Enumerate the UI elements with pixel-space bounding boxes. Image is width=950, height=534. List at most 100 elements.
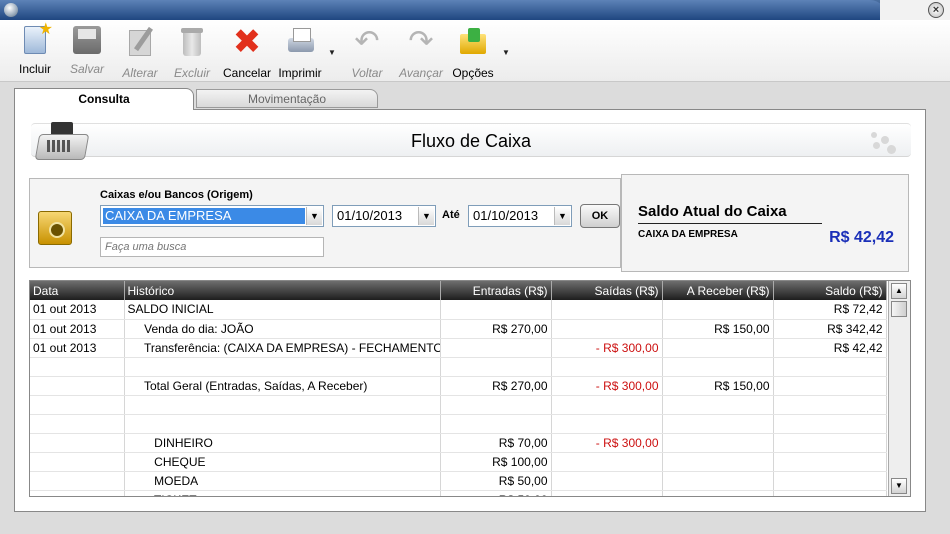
cancelar-label: Cancelar <box>222 66 272 80</box>
table-cell <box>30 433 125 453</box>
table-cell <box>440 300 552 320</box>
search-input[interactable] <box>100 237 324 257</box>
table-row[interactable]: TICKETR$ 50,00 <box>30 490 887 496</box>
table-body: 01 out 2013 SALDO INICIAL R$ 72,42 01 out 2… <box>30 300 887 496</box>
table-row[interactable] <box>30 357 887 377</box>
opcoes-button[interactable]: Opções <box>450 26 496 80</box>
page-title: Fluxo de Caixa <box>410 131 532 151</box>
close-button[interactable]: × <box>928 2 944 18</box>
table-row[interactable]: Total Geral (Entradas, Saídas, A Receber… <box>30 376 887 396</box>
column-header-a-receber[interactable]: A Receber (R$) <box>662 281 774 300</box>
app-icon[interactable] <box>4 3 18 17</box>
imprimir-button[interactable]: Imprimir <box>274 26 326 80</box>
alterar-button[interactable]: Alterar <box>118 26 162 80</box>
table-cell: R$ 70,00 <box>440 433 552 453</box>
new-document-icon <box>24 19 53 54</box>
table-cell <box>124 395 441 415</box>
saldo-divider <box>638 223 822 224</box>
column-header-saidas[interactable]: Saídas (R$) <box>551 281 663 300</box>
table-cell <box>773 414 887 434</box>
tab-movimentacao[interactable]: Movimentação <box>196 89 378 108</box>
scroll-thumb[interactable] <box>891 301 907 317</box>
table-row[interactable]: CHEQUE R$ 100,00 <box>30 452 887 472</box>
table-cell: R$ 100,00 <box>440 452 552 472</box>
table-cell <box>30 452 125 472</box>
table-cell: CHEQUE <box>124 452 441 472</box>
table-cell <box>551 300 663 320</box>
table-cell: 01 out 2013 <box>30 338 125 358</box>
incluir-button[interactable]: Incluir <box>12 19 58 80</box>
avancar-label: Avançar <box>399 66 443 80</box>
table-row[interactable] <box>30 414 887 434</box>
table-cell <box>440 414 552 434</box>
table-cell: R$ 42,42 <box>773 338 887 358</box>
table-cell: R$ 150,00 <box>662 376 774 396</box>
table-cell <box>124 414 441 434</box>
cancelar-button[interactable]: ✖ Cancelar <box>222 25 272 80</box>
table-row[interactable]: DINHEIRO R$ 70,00- R$ 300,00 <box>30 433 887 453</box>
table-cell <box>440 357 552 377</box>
table-cell <box>30 490 125 496</box>
chevron-down-icon[interactable]: ▼ <box>554 207 570 225</box>
column-header-saldo[interactable]: Saldo (R$) <box>773 281 887 300</box>
date-from-select[interactable]: 01/10/2013 ▼ <box>332 205 436 227</box>
table-cell <box>30 414 125 434</box>
table-cell: R$ 270,00 <box>440 376 552 396</box>
caixa-filter-label: Caixas e/ou Bancos (Origem) <box>100 189 253 201</box>
table-row[interactable] <box>30 395 887 415</box>
chevron-down-icon[interactable]: ▼ <box>306 207 322 225</box>
table-cell: MOEDA <box>124 471 441 491</box>
column-header-data[interactable]: Data <box>30 281 125 300</box>
salvar-label: Salvar <box>69 62 104 76</box>
header-bar: Fluxo de Caixa <box>31 123 911 157</box>
forward-arrow-icon: ↷ <box>408 25 434 58</box>
table-cell <box>773 490 887 496</box>
column-header-historico[interactable]: Histórico <box>124 281 441 300</box>
column-header-entradas[interactable]: Entradas (R$) <box>440 281 552 300</box>
scroll-down-icon[interactable]: ▼ <box>891 478 907 494</box>
ok-button[interactable]: OK <box>580 204 620 228</box>
table-cell: TICKET <box>124 490 441 496</box>
table-row[interactable]: MOEDA R$ 50,00 <box>30 471 887 491</box>
excluir-button[interactable]: Excluir <box>170 26 214 80</box>
opcoes-dropdown-icon[interactable]: ▼ <box>502 48 510 57</box>
table-cell: - R$ 300,00 <box>551 376 663 396</box>
table-row[interactable]: 01 out 2013 Venda do dia: JOÃO R$ 270,00 R… <box>30 319 887 339</box>
cash-flow-grid[interactable]: Data Histórico Entradas (R$) Saídas (R$)… <box>29 280 911 497</box>
table-row[interactable]: 01 out 2013 SALDO INICIAL R$ 72,42 <box>30 300 887 320</box>
table-cell <box>30 357 125 377</box>
table-cell: - R$ 300,00 <box>551 338 663 358</box>
table-cell <box>662 338 774 358</box>
table-cell: Venda do dia: JOÃO <box>124 319 441 339</box>
scroll-up-icon[interactable]: ▲ <box>891 283 907 299</box>
voltar-button[interactable]: ↶ Voltar <box>346 26 388 81</box>
table-cell <box>551 357 663 377</box>
date-to-select[interactable]: 01/10/2013 ▼ <box>468 205 572 227</box>
table-header-row: Data Histórico Entradas (R$) Saídas (R$)… <box>30 281 887 300</box>
table-cell <box>773 376 887 396</box>
table-cell <box>124 357 441 377</box>
saldo-title: Saldo Atual do Caixa <box>638 203 787 220</box>
table-cell <box>773 395 887 415</box>
alterar-label: Alterar <box>122 66 158 80</box>
table-cell <box>551 319 663 339</box>
table-cell <box>30 376 125 396</box>
table-row[interactable]: 01 out 2013 Transferência: (CAIXA DA EMP… <box>30 338 887 358</box>
tab-consulta[interactable]: Consulta <box>14 88 194 110</box>
safe-icon <box>38 211 72 245</box>
imprimir-dropdown-icon[interactable]: ▼ <box>328 48 336 57</box>
filter-box: Caixas e/ou Bancos (Origem) CAIXA DA EMP… <box>29 178 621 268</box>
vertical-scrollbar[interactable]: ▲ ▼ <box>888 281 910 496</box>
salvar-button[interactable]: Salvar <box>66 26 108 80</box>
incluir-label: Incluir <box>18 62 51 76</box>
avancar-button[interactable]: ↷ Avançar <box>396 25 446 81</box>
table-cell <box>662 395 774 415</box>
trash-can-icon <box>177 26 207 58</box>
chevron-down-icon[interactable]: ▼ <box>418 207 434 225</box>
table-cell <box>662 357 774 377</box>
imprimir-label: Imprimir <box>278 66 322 80</box>
table-cell: R$ 270,00 <box>440 319 552 339</box>
table-cell: 01 out 2013 <box>30 319 125 339</box>
table-cell <box>440 338 552 358</box>
caixa-select[interactable]: CAIXA DA EMPRESA ▼ <box>100 205 324 227</box>
